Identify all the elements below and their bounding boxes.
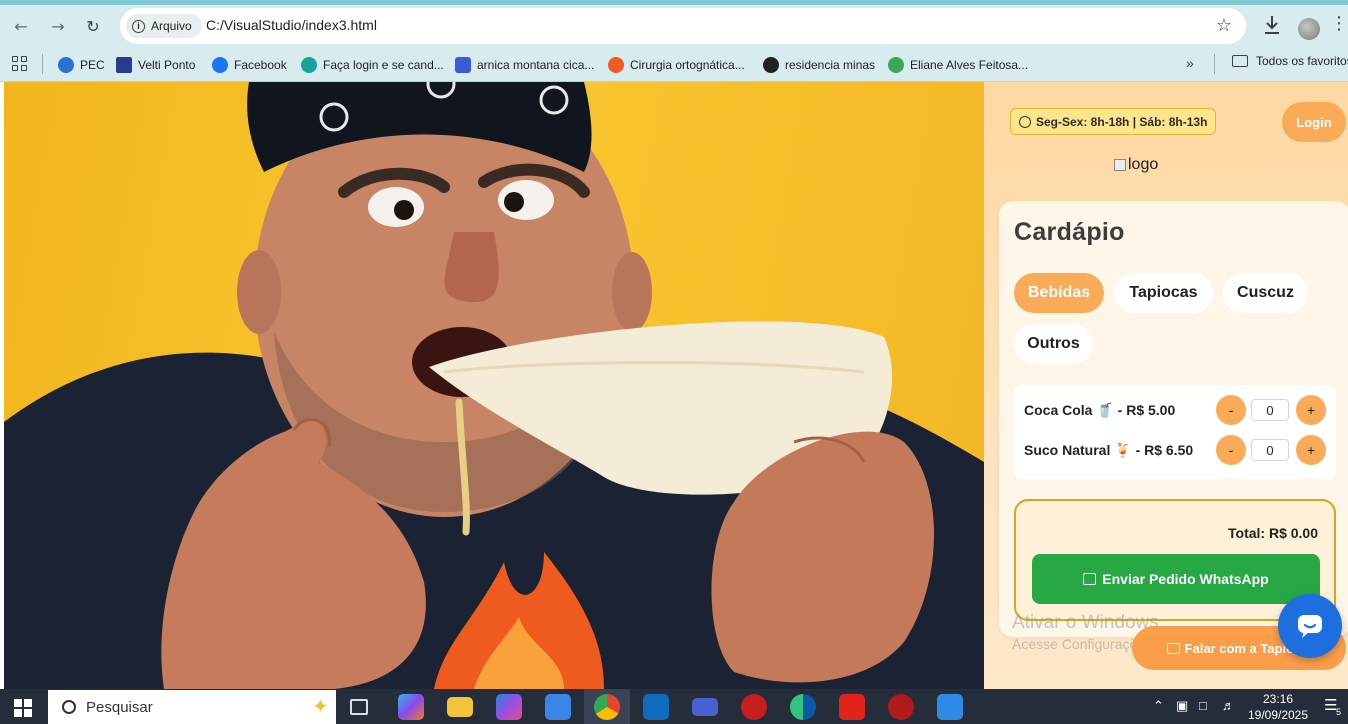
taskbar-clock[interactable]: 23:16 19/09/2025 [1246, 691, 1310, 723]
vscode-icon[interactable] [937, 694, 963, 720]
chrome-icon[interactable] [594, 694, 620, 720]
menu-items-list: Coca Cola 🥤 - R$ 5.00 - 0 + Suco Natural… [1014, 385, 1336, 479]
back-button[interactable]: ← [8, 13, 34, 39]
globe-icon [763, 57, 779, 73]
volume-icon[interactable]: ♬ [1222, 698, 1235, 713]
bookmark-cirurgia[interactable]: Cirurgia ortognática... [608, 54, 745, 76]
chevron-more-icon[interactable]: » [1186, 55, 1194, 71]
logo: logo [1114, 156, 1158, 174]
bookmarks-divider [42, 54, 43, 74]
mailbox-icon [1083, 573, 1097, 585]
menu-card: Cardápio Bebidas Tapiocas Cuscuz Outros … [999, 201, 1348, 637]
hero-image [4, 82, 984, 689]
velti-icon [116, 57, 132, 73]
all-bookmarks-folder[interactable]: Todos os favoritos [1232, 54, 1348, 68]
bookmark-login[interactable]: Faça login e se cand... [301, 54, 444, 76]
diamond-icon [455, 57, 471, 73]
person-icon [888, 57, 904, 73]
decrease-quantity-button[interactable]: - [1216, 435, 1246, 465]
alarm-clock-icon [1019, 115, 1031, 128]
clock-time: 23:16 [1262, 692, 1294, 706]
tab-bebidas[interactable]: Bebidas [1014, 273, 1104, 313]
cirurgia-icon [608, 57, 624, 73]
increase-quantity-button[interactable]: + [1296, 395, 1326, 425]
network-icon[interactable]: □ [1199, 698, 1207, 713]
url-text[interactable]: C:/VisualStudio/index3.html [206, 17, 377, 33]
bookmark-residencia[interactable]: residencia minas [763, 54, 875, 76]
tab-outros[interactable]: Outros [1014, 324, 1093, 364]
browser-toolbar: ← → ↻ i Arquivo C:/VisualStudio/index3.h… [0, 0, 1348, 48]
chat-bubble-icon [1298, 615, 1322, 638]
facebook-icon [212, 57, 228, 73]
copilot-icon[interactable] [398, 694, 424, 720]
login-button[interactable]: Login [1282, 102, 1346, 142]
taskbar-search[interactable]: Pesquisar ✦ [48, 690, 336, 724]
tab-cuscuz[interactable]: Cuscuz [1223, 273, 1308, 313]
menu-item-label: Suco Natural 🍹 - R$ 6.50 [1024, 441, 1194, 458]
speech-bubble-icon [1166, 642, 1180, 654]
notification-count: 5 [1336, 707, 1342, 717]
send-whatsapp-order-button[interactable]: Enviar Pedido WhatsApp [1032, 554, 1320, 604]
wps-office-icon[interactable] [839, 694, 865, 720]
app-red-2-icon[interactable] [888, 694, 914, 720]
edge-icon[interactable] [790, 694, 816, 720]
quantity-input[interactable]: 0 [1251, 399, 1289, 421]
check-circle-icon [301, 57, 317, 73]
microsoft-store-icon[interactable] [545, 694, 571, 720]
folder-divider [1214, 54, 1215, 74]
menu-item-label: Coca Cola 🥤 - R$ 5.00 [1024, 401, 1176, 418]
taskbar-search-placeholder: Pesquisar [86, 698, 153, 716]
bookmark-facebook[interactable]: Facebook [212, 54, 287, 76]
increase-quantity-button[interactable]: + [1296, 435, 1326, 465]
windows-taskbar: Pesquisar ✦ ⌃ ▣ □ ♬ 23:16 19/09/2025 ☰ 5 [0, 689, 1348, 724]
meet-now-icon[interactable]: ▣ [1176, 698, 1188, 714]
download-icon[interactable] [1262, 14, 1282, 36]
search-icon [62, 700, 76, 714]
file-explorer-icon[interactable] [447, 697, 473, 717]
bookmarks-bar: PEC Velti Ponto Facebook Faça login e se… [0, 48, 1348, 82]
app-red-icon[interactable] [741, 694, 767, 720]
send-whatsapp-label: Enviar Pedido WhatsApp [1102, 571, 1269, 587]
bookmark-eliane[interactable]: Eliane Alves Feitosa... [888, 54, 1028, 76]
more-menu-icon[interactable]: ⋮ [1330, 13, 1348, 34]
microsoft-365-icon[interactable] [496, 694, 522, 720]
windows-start-icon[interactable] [14, 699, 32, 717]
bookmark-arnica[interactable]: arnica montana cica... [455, 54, 594, 76]
remote-desktop-icon[interactable] [692, 698, 718, 716]
task-view-icon[interactable] [350, 699, 368, 715]
bookmark-velti-ponto[interactable]: Velti Ponto [116, 54, 195, 76]
quantity-input[interactable]: 0 [1251, 439, 1289, 461]
tab-tapiocas[interactable]: Tapiocas [1114, 273, 1213, 313]
forward-button[interactable]: → [45, 13, 71, 39]
hero-illustration [4, 82, 984, 689]
broken-image-icon [1114, 159, 1126, 171]
page-viewport: Seg-Sex: 8h-18h | Sáb: 8h-13h Login logo… [0, 82, 1348, 689]
logo-alt-text: logo [1128, 156, 1159, 173]
info-icon: i [132, 19, 145, 33]
bookmark-star-icon[interactable]: ☆ [1216, 15, 1232, 36]
order-total: Total: R$ 0.00 [1228, 525, 1318, 541]
clock-date: 19/09/2025 [1247, 708, 1309, 722]
chat-widget-button[interactable] [1278, 594, 1342, 658]
sparkle-icon: ✦ [312, 696, 329, 718]
menu-title: Cardápio [1014, 218, 1125, 246]
opening-hours-text: Seg-Sex: 8h-18h | Sáb: 8h-13h [1036, 114, 1208, 129]
bookmark-pec[interactable]: PEC [58, 54, 105, 76]
security-chip-label: Arquivo [151, 19, 192, 33]
outlook-icon[interactable] [643, 694, 669, 720]
pec-icon [58, 57, 74, 73]
site-info-chip[interactable]: i Arquivo [126, 14, 202, 38]
opening-hours-badge: Seg-Sex: 8h-18h | Sáb: 8h-13h [1010, 108, 1217, 135]
folder-icon [1232, 55, 1248, 67]
reload-button[interactable]: ↻ [80, 13, 106, 39]
address-bar[interactable]: i Arquivo C:/VisualStudio/index3.html ☆ [120, 8, 1246, 44]
tray-chevron-icon[interactable]: ⌃ [1153, 698, 1164, 714]
decrease-quantity-button[interactable]: - [1216, 395, 1246, 425]
profile-avatar[interactable] [1298, 18, 1320, 40]
apps-grid-icon[interactable] [12, 56, 27, 71]
